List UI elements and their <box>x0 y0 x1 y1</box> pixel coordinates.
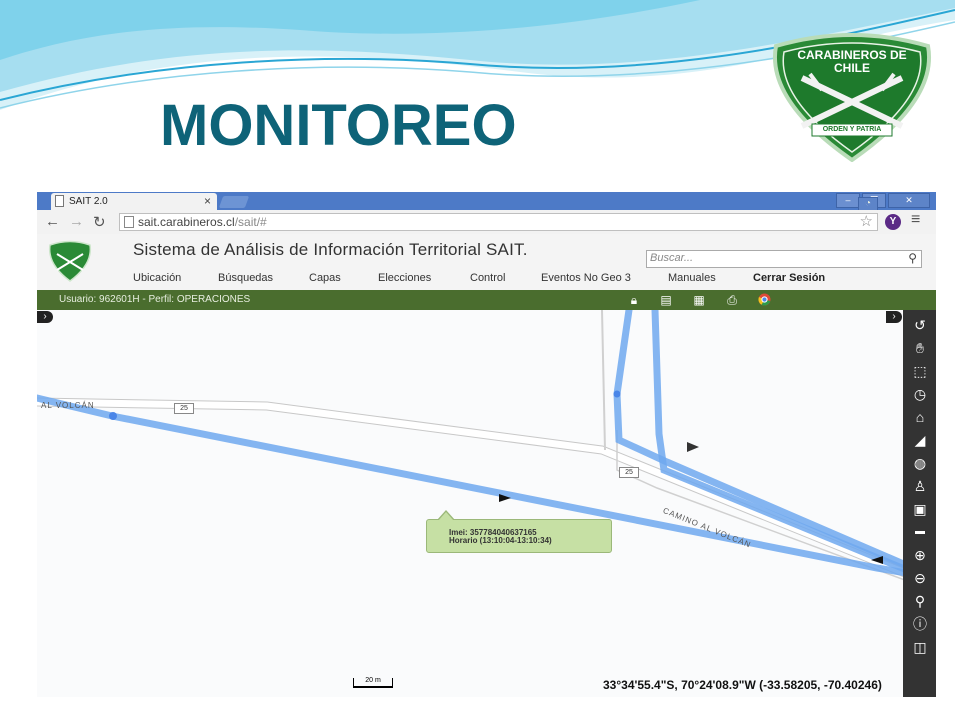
device-popup: Imei: 357784040637165 Horario (13:10:04-… <box>426 510 612 553</box>
map-canvas[interactable]: AL VOLCÁN 25 25 CAMINO AL VOLCÁN › › Ime… <box>37 310 936 697</box>
forward-arrow-icon[interactable]: → <box>69 213 84 230</box>
scale-bar: 20 m <box>353 677 393 688</box>
home-search-icon[interactable]: ⌂ <box>911 408 929 426</box>
back-arrow-icon[interactable]: ← <box>45 213 60 230</box>
url-field[interactable]: sait.carabineros.cl/sait/# ☆ <box>119 213 878 231</box>
main-menu: Ubicación Búsquedas Capas Elecciones Con… <box>37 272 936 288</box>
page-info-icon <box>124 216 134 228</box>
menu-item-eventos[interactable]: Eventos No Geo 3 <box>541 272 631 284</box>
badge-motto: ORDEN Y PATRIA <box>822 126 882 133</box>
map-layer <box>37 310 936 593</box>
map-frame-icon[interactable]: ▣ <box>911 500 929 518</box>
scale-bar-icon[interactable]: ▬ <box>911 523 929 541</box>
browser-window: SAIT 2.0 × ◔ – ❐ ✕ ← → ↻ sait.carabinero… <box>37 192 936 697</box>
clock-icon[interactable]: ◷ <box>911 385 929 403</box>
street-view-icon[interactable]: ♙ <box>911 477 929 495</box>
app-title: Sistema de Análisis de Información Terri… <box>133 240 528 259</box>
window-controls: ◔ – ❐ ✕ <box>836 193 930 212</box>
search-input[interactable]: Buscar... ⚲ <box>646 250 922 268</box>
select-icon[interactable]: ⬚ <box>911 362 929 380</box>
new-tab-button[interactable] <box>218 196 250 208</box>
browser-tab[interactable]: SAIT 2.0 × <box>51 193 217 210</box>
road-label-al-volcan: AL VOLCÁN <box>41 401 95 410</box>
zoom-out-icon[interactable]: ⊖ <box>911 569 929 587</box>
popup-time: Horario (13:10:04-13:10:34) <box>449 536 552 545</box>
logout-link[interactable]: Cerrar Sesión <box>753 272 825 284</box>
tab-title: SAIT 2.0 <box>69 196 108 207</box>
refresh-icon[interactable]: ↺ <box>911 316 929 334</box>
tab-bar: SAIT 2.0 × ◔ – ❐ ✕ <box>37 192 936 212</box>
pan-hand-icon[interactable]: ✋︎ <box>911 339 929 357</box>
reload-icon[interactable]: ↻ <box>93 213 106 231</box>
map-tools-sidebar: ↺ ✋︎ ⬚ ◷ ⌂ ◢ ◍ ♙ ▣ ▬ ⊕ ⊖ ⚲ ⓘ ◫ <box>903 310 936 697</box>
slide-title: MONITOREO <box>160 93 517 158</box>
close-window-icon[interactable]: ✕ <box>888 193 930 208</box>
globe-icon[interactable]: ◍ <box>911 454 929 472</box>
badge-title-line-2: CHILE <box>834 61 870 75</box>
left-panel-toggle[interactable]: › <box>37 311 53 323</box>
minimize-icon[interactable]: – <box>836 193 860 208</box>
bookmark-star-icon[interactable]: ☆ <box>860 212 873 230</box>
chrome-icon[interactable] <box>757 293 771 307</box>
info-icon[interactable]: ⓘ <box>911 615 929 633</box>
popup-pointer-fill <box>438 512 454 521</box>
document-icon[interactable]: ▦ <box>692 293 706 307</box>
coordinates-readout: 33°34'55.4"S, 70°24'08.9"W (-33.58205, -… <box>603 678 882 692</box>
address-bar: ← → ↻ sait.carabineros.cl/sait/# ☆ Y ≡ <box>37 210 936 235</box>
badge-title-line-1: CARABINEROS DE <box>797 48 907 62</box>
carabineros-badge-logo: CARABINEROS DE CHILE ORDEN Y PATRIA <box>762 30 942 163</box>
right-panel-toggle[interactable]: › <box>886 311 902 323</box>
search-icon[interactable]: ⚲ <box>908 251 917 265</box>
user-info: Usuario: 962601H - Perfil: OPERACIONES <box>59 294 251 305</box>
url-path: /sait/# <box>234 215 267 229</box>
lock-icon[interactable]: 🔒︎ <box>627 293 641 307</box>
user-toolbar: Usuario: 962601H - Perfil: OPERACIONES 🔒… <box>37 290 936 310</box>
profile-icon[interactable]: Y <box>885 214 901 230</box>
menu-item-elecciones[interactable]: Elecciones <box>378 272 431 284</box>
url-host: sait.carabineros.cl <box>138 215 235 229</box>
page-icon <box>55 195 64 207</box>
menu-item-ubicacion[interactable]: Ubicación <box>133 272 181 284</box>
menu-item-capas[interactable]: Capas <box>309 272 341 284</box>
route-badge-25: 25 <box>174 403 194 414</box>
route-badge-25b: 25 <box>619 467 639 478</box>
app-header: Sistema de Análisis de Información Terri… <box>37 234 936 290</box>
area-icon[interactable]: ◫ <box>911 638 929 656</box>
menu-item-busquedas[interactable]: Búsquedas <box>218 272 273 284</box>
search-placeholder: Buscar... <box>650 252 693 264</box>
ruler-icon[interactable]: ◢ <box>911 431 929 449</box>
zoom-in-icon[interactable]: ⊕ <box>911 546 929 564</box>
menu-item-control[interactable]: Control <box>470 272 505 284</box>
tab-close-icon[interactable]: × <box>204 194 211 208</box>
print-icon[interactable]: ⎙ <box>725 293 739 307</box>
browser-menu-icon[interactable]: ≡ <box>911 211 920 229</box>
search-map-icon[interactable]: ⚲ <box>911 592 929 610</box>
layers-icon[interactable]: ▤ <box>659 293 673 307</box>
menu-item-manuales[interactable]: Manuales <box>668 272 716 284</box>
